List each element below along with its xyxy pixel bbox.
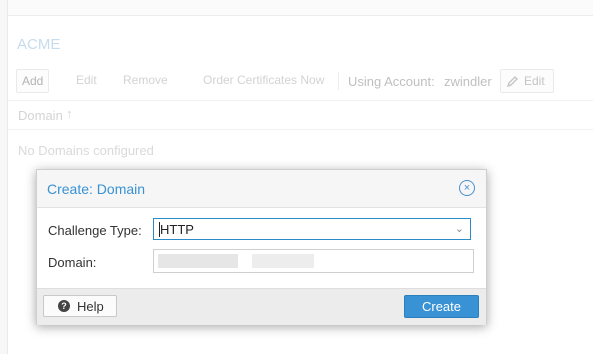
help-button[interactable]: ? Help — [43, 295, 117, 317]
redacted-text — [158, 254, 238, 268]
chevron-down-icon[interactable]: ⌄ — [455, 222, 464, 235]
help-label: Help — [77, 299, 104, 314]
help-icon: ? — [58, 300, 70, 312]
domain-label: Domain: — [48, 255, 97, 270]
create-button[interactable]: Create — [404, 295, 479, 318]
dialog-header: Create: Domain × — [37, 170, 486, 208]
close-icon[interactable]: × — [459, 180, 475, 196]
dialog-footer: ? Help Create — [37, 288, 486, 325]
challenge-type-select[interactable]: HTTP ⌄ — [153, 218, 471, 240]
create-domain-dialog: Create: Domain × Challenge Type: HTTP ⌄ … — [36, 169, 487, 325]
dialog-title: Create: Domain — [47, 181, 146, 197]
domain-input[interactable] — [153, 249, 474, 273]
challenge-type-label: Challenge Type: — [48, 223, 142, 238]
redacted-text — [252, 254, 314, 268]
challenge-type-value: HTTP — [160, 222, 194, 237]
